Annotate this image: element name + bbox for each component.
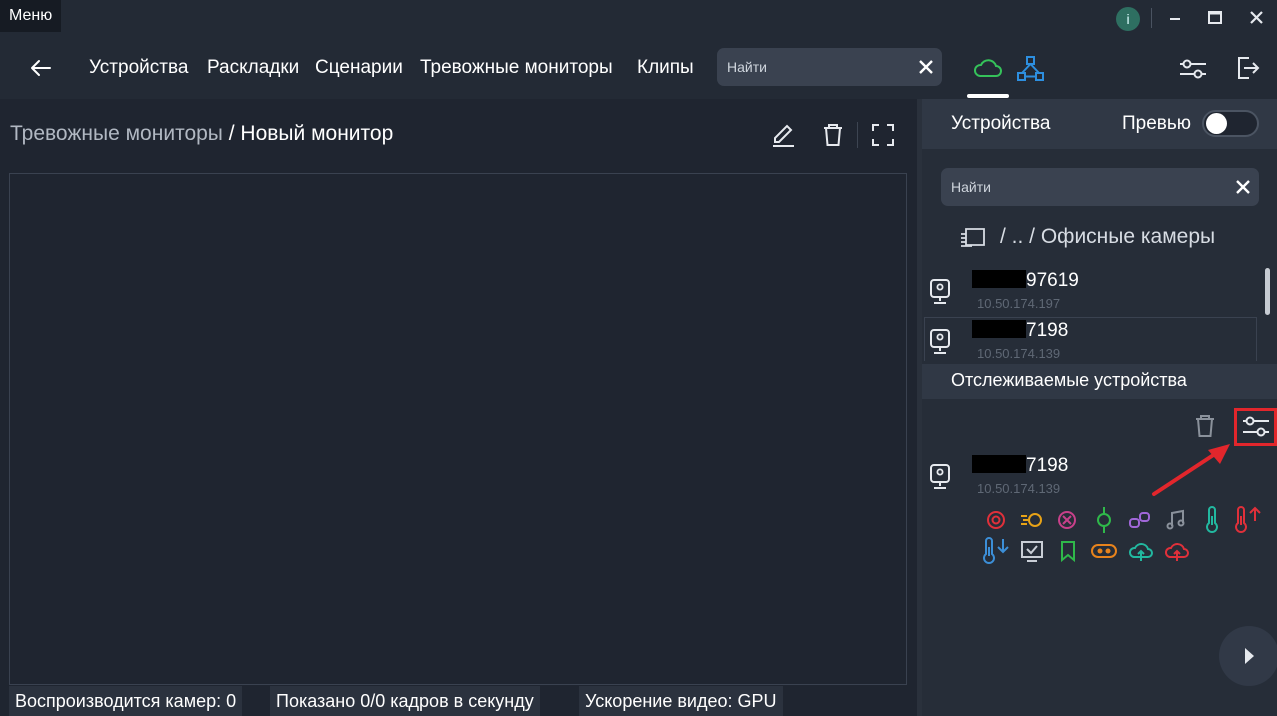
redacted-block [972, 320, 1026, 338]
toolbar-divider [857, 122, 858, 148]
motion-event-icon[interactable] [1019, 508, 1043, 532]
line-cross-event-icon[interactable] [1092, 506, 1116, 533]
folder-tree-icon[interactable] [958, 226, 988, 250]
device-name[interactable]: 97619 [972, 270, 1079, 292]
nav-clips[interactable]: Клипы [637, 56, 694, 80]
search-placeholder: Найти [727, 59, 767, 75]
play-arrow-icon [1245, 648, 1254, 664]
temperature-high-icon[interactable] [1233, 505, 1265, 535]
breadcrumb-parent[interactable]: Тревожные мониторы [10, 122, 223, 145]
device-ip: 10.50.174.139 [977, 346, 1061, 361]
camera-icon [928, 463, 952, 491]
info-icon[interactable]: i [1116, 7, 1140, 31]
nav-layouts[interactable]: Раскладки [207, 56, 299, 80]
edit-pencil-icon[interactable] [770, 122, 796, 148]
nav-alarm-monitors[interactable]: Тревожные мониторы [420, 56, 613, 80]
monitor-view-area[interactable] [9, 173, 907, 685]
status-accel: Ускорение видео: GPU [579, 686, 783, 716]
close-window-icon[interactable] [1243, 4, 1271, 32]
nav-scenarios[interactable]: Сценарии [315, 56, 403, 80]
clear-search-icon[interactable] [918, 59, 934, 75]
status-fps: Показано 0/0 кадров в секунду [270, 686, 540, 716]
logout-icon[interactable] [1235, 55, 1261, 81]
tracked-settings-icon[interactable] [1241, 414, 1271, 440]
devices-title: Устройства [951, 113, 1051, 134]
network-topology-icon[interactable] [1016, 55, 1046, 83]
toggle-knob [1206, 113, 1227, 134]
annotation-arrow-icon [1148, 440, 1234, 498]
folder-path[interactable]: / .. / Офисные камеры [1000, 225, 1215, 249]
delete-trash-icon[interactable] [820, 122, 846, 148]
minimize-icon[interactable] [1161, 4, 1189, 32]
maximize-icon[interactable] [1201, 4, 1229, 32]
device-search-placeholder: Найти [951, 179, 991, 195]
cloud-upload-icon[interactable] [1127, 539, 1155, 563]
target-event-icon[interactable] [984, 508, 1008, 532]
back-arrow-icon[interactable] [28, 56, 54, 80]
breadcrumb-separator: / [222, 122, 241, 145]
audio-event-icon[interactable] [1164, 508, 1188, 532]
preview-toggle[interactable] [1202, 110, 1259, 137]
temperature-event-icon[interactable] [1200, 506, 1224, 533]
breadcrumb: Тревожные мониторы / Новый монитор [10, 122, 393, 146]
camera-icon [928, 328, 952, 356]
temperature-low-icon[interactable] [981, 536, 1013, 566]
settings-sliders-icon[interactable] [1178, 56, 1208, 82]
tracked-device-ip: 10.50.174.139 [977, 481, 1061, 496]
tamper-event-icon[interactable] [1055, 508, 1079, 532]
camera-icon [928, 278, 952, 306]
expand-panel-button[interactable] [1219, 626, 1277, 686]
active-tab-indicator [967, 94, 1009, 98]
fullscreen-icon[interactable] [870, 122, 896, 148]
bookmark-event-icon[interactable] [1056, 539, 1080, 563]
breadcrumb-current: Новый монитор [240, 122, 394, 145]
tracked-device-name[interactable]: 7198 [972, 455, 1068, 477]
device-ip: 10.50.174.197 [977, 296, 1061, 311]
status-cameras: Воспроизводится камер: 0 [9, 686, 243, 716]
tracked-delete-icon[interactable] [1192, 413, 1218, 439]
preview-label: Превью [1122, 113, 1192, 134]
screen-check-icon[interactable] [1020, 539, 1044, 563]
titlebar-divider [1151, 8, 1152, 28]
redacted-block [972, 455, 1026, 473]
redacted-block [972, 270, 1026, 288]
tracked-devices-title: Отслеживаемые устройства [951, 370, 1187, 390]
link-event-icon[interactable] [1128, 508, 1152, 532]
nav-search-input[interactable]: Найти [717, 48, 942, 86]
device-list-scrollbar[interactable] [1265, 268, 1270, 315]
toggle-event-icon[interactable] [1090, 539, 1118, 563]
device-search-input[interactable]: Найти [941, 168, 1259, 206]
device-name[interactable]: 7198 [972, 320, 1068, 342]
clear-device-search-icon[interactable] [1235, 179, 1251, 195]
cloud-icon[interactable] [973, 56, 1003, 80]
menu-button[interactable]: Меню [0, 0, 62, 32]
nav-devices[interactable]: Устройства [89, 56, 188, 80]
cloud-error-icon[interactable] [1163, 539, 1191, 563]
